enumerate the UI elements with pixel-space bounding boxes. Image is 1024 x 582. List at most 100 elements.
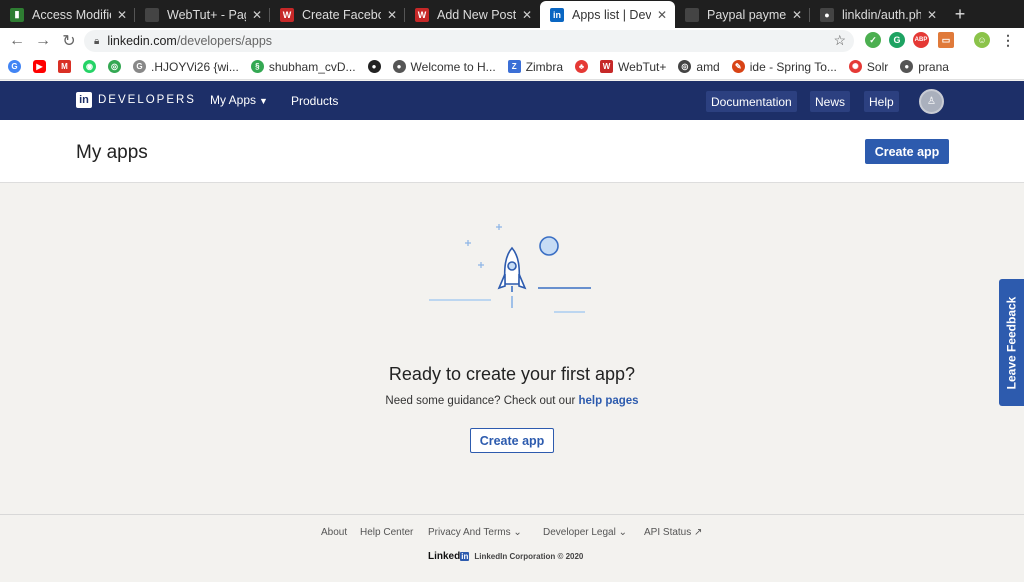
- create-app-button[interactable]: Create app: [865, 139, 949, 164]
- bookmark-label: Welcome to H...: [410, 59, 496, 74]
- footer-link-help-center[interactable]: Help Center: [360, 527, 413, 538]
- developers-logo-text[interactable]: DEVELOPERS: [98, 94, 196, 106]
- planet-icon: [539, 236, 559, 256]
- nav-news[interactable]: News: [810, 91, 851, 112]
- address-bar-row: ← → ↻ 🔒︎ linkedin.com/developers/apps ☆ …: [0, 28, 1024, 54]
- nav-products[interactable]: Products: [291, 94, 338, 108]
- tab-title: Access Modifier: [32, 7, 111, 22]
- close-icon[interactable]: ✕: [522, 8, 532, 22]
- browser-tab[interactable]: W Create Facebook ✕: [270, 1, 405, 28]
- rocket-icon: [497, 246, 527, 308]
- bookmark-item[interactable]: ◎ amd: [678, 59, 720, 74]
- bookmark-label: amd: [696, 59, 720, 74]
- footer-link-api-status[interactable]: API Status ↗: [644, 527, 702, 538]
- close-icon[interactable]: ✕: [657, 8, 667, 22]
- bookmark-item[interactable]: G: [8, 60, 21, 73]
- linkedin-logo-icon[interactable]: in: [76, 92, 92, 108]
- gmail-icon: M: [58, 60, 71, 73]
- cast-icon[interactable]: ▭: [938, 32, 954, 48]
- leave-feedback-tab[interactable]: Leave Feedback: [999, 279, 1024, 406]
- close-icon[interactable]: ✕: [117, 8, 127, 22]
- back-arrow-icon[interactable]: ←: [4, 32, 30, 50]
- google-icon: G: [8, 60, 21, 73]
- bookmark-item[interactable]: ✎ ide - Spring To...: [731, 59, 837, 74]
- url-host: linkedin.com: [107, 34, 177, 48]
- empty-state-subtitle-text: Need some guidance? Check out our: [385, 395, 576, 407]
- profile-avatar-icon[interactable]: ☺: [974, 32, 990, 48]
- user-avatar[interactable]: ♙: [919, 89, 944, 114]
- bookmarks-bar: G ▶ M ◉ ◎ G .HJOYVi26 {wi... § shubham_cvD…: [0, 54, 1024, 80]
- bookmark-item[interactable]: ◉: [83, 60, 96, 73]
- close-icon[interactable]: ✕: [792, 8, 802, 22]
- new-tab-button[interactable]: +: [945, 1, 975, 28]
- tab-title: Paypal payment: [707, 7, 786, 22]
- bookmark-star-icon[interactable]: ☆: [833, 32, 846, 49]
- bookmark-label: Solr: [866, 59, 889, 74]
- create-app-button-secondary[interactable]: Create app: [470, 428, 554, 453]
- close-icon[interactable]: ✕: [252, 8, 262, 22]
- bookmark-item[interactable]: ▶: [33, 60, 46, 73]
- tab-favicon-icon: [685, 7, 699, 22]
- bookmark-item[interactable]: ● Welcome to H...: [392, 59, 496, 74]
- tab-favicon-icon: [145, 7, 159, 22]
- close-icon[interactable]: ✕: [927, 8, 937, 22]
- extension-icon[interactable]: ✓: [865, 32, 881, 48]
- browser-tab[interactable]: ▮ Access Modifier ✕: [0, 1, 135, 28]
- grammarly-icon[interactable]: G: [889, 32, 905, 48]
- browser-tab[interactable]: W Add New Post ✕: [405, 1, 540, 28]
- browser-tab[interactable]: WebTut+ - Page ✕: [135, 1, 270, 28]
- bookmark-item[interactable]: W WebTut+: [600, 60, 666, 74]
- footer-link-developer-legal[interactable]: Developer Legal ⌄: [543, 527, 627, 538]
- bookmark-item[interactable]: Z Zimbra: [507, 60, 563, 74]
- menu-kebab-icon[interactable]: ⋮: [1000, 32, 1016, 48]
- user-icon: ♙: [927, 96, 936, 107]
- bookmark-label: WebTut+: [618, 59, 667, 74]
- tab-favicon-icon: ▮: [10, 7, 24, 22]
- reload-icon[interactable]: ↻: [56, 31, 82, 51]
- footer-copyright: Linked in LinkedIn Corporation © 2020: [428, 551, 583, 562]
- bookmark-site-icon: ◎: [108, 60, 121, 73]
- bookmark-item[interactable]: § shubham_cvD...: [250, 60, 356, 74]
- nav-help[interactable]: Help: [864, 91, 899, 112]
- footer-legal-label: Developer Legal: [543, 527, 616, 538]
- footer-link-about[interactable]: About: [321, 527, 347, 538]
- nav-documentation[interactable]: Documentation: [706, 91, 797, 112]
- tab-title: Apps list | Devel: [572, 7, 651, 22]
- site-navbar: in DEVELOPERS My Apps ▼ Products Document…: [0, 81, 1024, 120]
- bookmark-item[interactable]: G .HJOYVi26 {wi...: [133, 60, 239, 74]
- help-pages-link[interactable]: help pages: [579, 395, 639, 407]
- url-path: /developers/apps: [176, 34, 273, 48]
- chevron-down-icon: ⌄: [618, 527, 627, 538]
- forward-arrow-icon[interactable]: →: [30, 32, 56, 50]
- page-header: My apps Create app: [0, 120, 1024, 183]
- bookmark-item[interactable]: ●: [367, 60, 381, 73]
- bookmark-label: prana: [918, 59, 949, 74]
- github-icon: ●: [367, 60, 381, 73]
- whatsapp-icon: ◉: [83, 60, 96, 73]
- nav-my-apps-label: My Apps: [210, 93, 257, 107]
- nav-my-apps-dropdown[interactable]: My Apps ▼: [210, 93, 268, 107]
- bookmark-item[interactable]: M: [58, 60, 71, 73]
- globe-icon: ●: [392, 60, 406, 73]
- bookmark-item[interactable]: ✺ Solr: [848, 59, 889, 74]
- rocket-illustration: [429, 224, 591, 313]
- tab-favicon-icon: W: [415, 7, 429, 22]
- browser-tab[interactable]: Paypal payment ✕: [675, 1, 810, 28]
- github-favicon-icon: ●: [820, 7, 834, 22]
- bookmark-item[interactable]: ● prana: [900, 60, 949, 74]
- adblock-icon[interactable]: ABP: [913, 32, 929, 48]
- footer-link-privacy[interactable]: Privacy And Terms ⌄: [428, 527, 522, 538]
- tab-title: Create Facebook: [302, 7, 381, 22]
- zimbra-icon: Z: [507, 60, 521, 73]
- bookmark-label: ide - Spring To...: [749, 59, 837, 74]
- browser-tab-active[interactable]: in Apps list | Devel ✕: [540, 1, 675, 28]
- bookmark-item[interactable]: ♣: [575, 60, 589, 73]
- browser-tab[interactable]: ● linkdin/auth.ph ✕: [810, 1, 945, 28]
- solr-icon: ✺: [848, 60, 862, 73]
- url-input[interactable]: 🔒︎ linkedin.com/developers/apps ☆: [84, 30, 854, 52]
- bookmark-label: .HJOYVi26 {wi...: [151, 59, 239, 74]
- bookmark-item[interactable]: ◎: [108, 60, 121, 73]
- google-icon: G: [133, 60, 146, 73]
- linkedin-in-logo-icon: in: [460, 552, 470, 561]
- close-icon[interactable]: ✕: [387, 8, 397, 22]
